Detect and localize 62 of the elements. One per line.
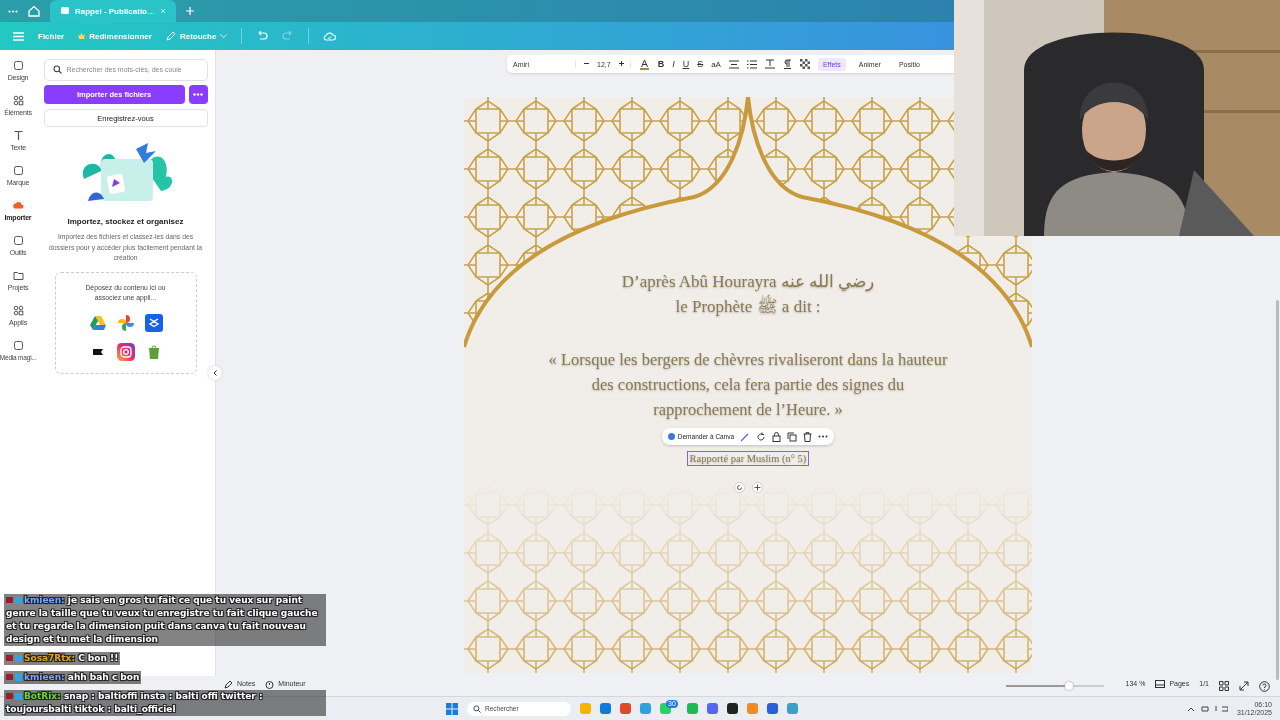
grid-icon	[12, 305, 24, 316]
more-icon[interactable]	[818, 435, 829, 438]
panel-heading: Importez, stockez et organisez	[67, 217, 184, 226]
heading-text: le Prophète ﷺ a dit :	[675, 294, 821, 319]
tab-favicon-icon	[60, 6, 70, 16]
shapes-icon	[12, 95, 24, 106]
camera-app-icon[interactable]	[116, 343, 135, 362]
magic-pen-icon[interactable]	[740, 431, 751, 442]
home-icon[interactable]	[28, 5, 40, 17]
chat-message: kmieen: ahh bah c bon	[4, 671, 142, 684]
scrollbar[interactable]	[1276, 300, 1279, 680]
more-button[interactable]	[188, 85, 208, 104]
lock-icon[interactable]	[772, 431, 782, 442]
box-app-icon[interactable]	[144, 314, 163, 333]
help-icon[interactable]	[1259, 680, 1270, 692]
cloud-icon[interactable]	[323, 31, 337, 41]
format-button[interactable]: S	[697, 59, 704, 69]
crown-icon	[78, 33, 86, 39]
cloud-upload-icon	[12, 200, 24, 211]
heading-text: D’après Abû Hourayra رضي الله عنه	[621, 271, 875, 293]
app-icon[interactable]	[726, 703, 738, 714]
menu-icon[interactable]	[13, 31, 24, 41]
refresh-icon[interactable]	[756, 431, 767, 442]
collapse-button[interactable]	[208, 366, 222, 380]
transparency-icon[interactable]	[799, 59, 810, 69]
trash-icon[interactable]	[803, 431, 813, 442]
quote-text: « Lorsque les bergers de chèvres rivaliseront dans la hauteur des constructions, cela fera partie des signes du rapprochement de l’Heure. »	[548, 349, 948, 421]
fullscreen-icon[interactable]	[1239, 681, 1249, 691]
search-icon	[473, 704, 481, 713]
source-text[interactable]: Rapporté par Muslim (n° 5)	[686, 451, 810, 466]
chat-message: Sosa7Rtx: C bon !!	[4, 652, 121, 665]
duplicate-icon[interactable]	[787, 431, 798, 442]
windows-icon[interactable]	[446, 702, 458, 715]
more-icon	[193, 93, 203, 96]
format-button[interactable]: U	[682, 59, 690, 69]
grid-icon[interactable]	[1219, 681, 1229, 691]
timer-icon	[265, 679, 275, 689]
text-icon	[12, 130, 24, 141]
spacing-icon[interactable]	[764, 59, 775, 69]
rotate-icon[interactable]	[733, 482, 745, 493]
minus-icon[interactable]	[584, 60, 589, 66]
chat-message: kmieen: je sais en gros tu fait ce que tu veux sur paint genre la taille que tu veux tu enregistre tu fait clique gauche et tu regarde la dimension puit dans canva tu fait nouveau design et tu met la dimension	[4, 594, 326, 646]
move-icon[interactable]	[751, 482, 763, 493]
text-color-icon[interactable]	[638, 58, 650, 70]
paragraph-icon[interactable]	[782, 59, 792, 69]
chevron-left-icon	[213, 370, 217, 376]
format-button[interactable]: B	[657, 59, 665, 69]
pages-icon	[1155, 680, 1166, 688]
undo-icon[interactable]	[256, 31, 269, 41]
list-icon[interactable]	[746, 59, 757, 69]
format-button[interactable]: aA	[711, 59, 721, 69]
new-tab-icon[interactable]	[186, 7, 194, 15]
triangle-app-icon[interactable]	[88, 314, 107, 333]
system-tray-icon[interactable]	[1187, 704, 1228, 713]
search-icon	[52, 65, 62, 74]
chat-message: BotRix: snap : baltioffi insta : balti offi twitter : toujoursbalti tiktok : balti_officiel	[4, 690, 326, 716]
plus-icon[interactable]	[618, 60, 624, 66]
format-button[interactable]: I	[672, 59, 675, 69]
align-icon[interactable]	[728, 59, 739, 69]
caret-icon	[220, 34, 228, 38]
folder-icon	[12, 270, 24, 281]
pinwheel-app-icon[interactable]	[116, 314, 135, 333]
